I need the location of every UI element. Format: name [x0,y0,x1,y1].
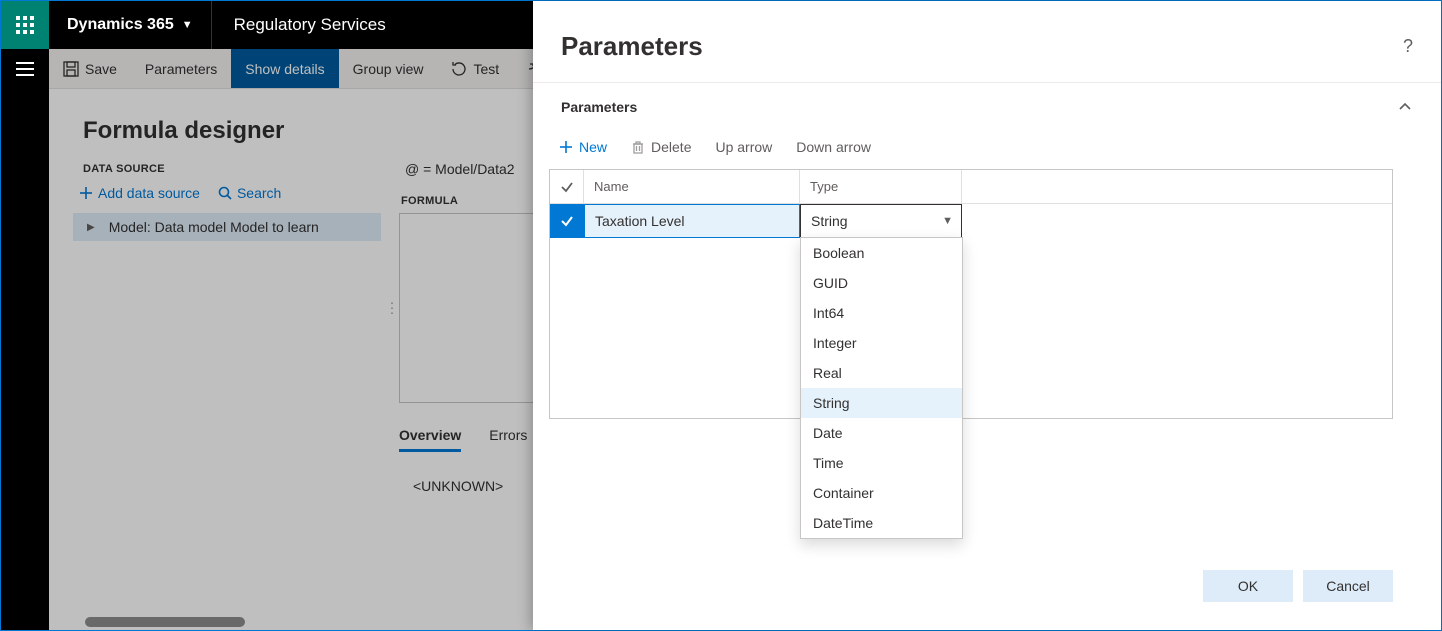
down-arrow-label: Down arrow [796,139,871,155]
grid-row: Taxation Level String ▼ [550,204,1392,238]
collapse-section-button[interactable] [1397,99,1413,115]
row-selected-indicator[interactable] [550,204,584,238]
grid-header-row: Name Type [550,170,1392,204]
up-arrow-button[interactable]: Up arrow [715,139,772,155]
left-nav-rail [1,89,49,630]
chevron-down-icon: ▼ [942,215,953,227]
panel-toolbar: New Delete Up arrow Down arrow [533,131,1441,169]
panel-title: Parameters [561,31,1403,62]
type-dropdown-list: BooleanGUIDInt64IntegerRealStringDateTim… [800,237,963,539]
waffle-icon [16,16,34,34]
module-title: Regulatory Services [212,15,408,35]
up-arrow-label: Up arrow [715,139,772,155]
chevron-up-icon [1397,99,1413,115]
hamburger-icon [15,62,35,76]
column-header-type[interactable]: Type [800,170,962,203]
app-launcher-button[interactable] [1,1,49,49]
type-option[interactable]: String [801,388,962,418]
brand-label: Dynamics 365 [67,16,174,34]
check-icon [560,214,574,228]
new-button[interactable]: New [559,139,607,155]
check-icon [560,180,574,194]
name-cell[interactable]: Taxation Level [584,204,800,238]
column-header-name[interactable]: Name [584,170,800,203]
type-option[interactable]: GUID [801,268,962,298]
plus-icon [559,140,573,154]
ok-button[interactable]: OK [1203,570,1293,602]
type-option[interactable]: Date [801,418,962,448]
nav-toggle-button[interactable] [1,49,49,89]
type-option[interactable]: Boolean [801,238,962,268]
type-option[interactable]: Container [801,478,962,508]
type-cell-dropdown[interactable]: String ▼ [800,204,962,238]
down-arrow-button[interactable]: Down arrow [796,139,871,155]
name-cell-value: Taxation Level [595,213,685,229]
help-icon: ? [1403,36,1413,56]
type-option[interactable]: Real [801,358,962,388]
type-option[interactable]: Integer [801,328,962,358]
new-label: New [579,139,607,155]
delete-button[interactable]: Delete [631,139,691,155]
help-button[interactable]: ? [1403,36,1413,57]
parameters-panel: Parameters ? Parameters New Delete Up ar… [533,1,1441,630]
type-option[interactable]: Int64 [801,298,962,328]
type-option[interactable]: DateTime [801,508,962,538]
parameters-grid: Name Type Taxation Level String ▼ Boolea… [549,169,1393,419]
chevron-down-icon: ▼ [182,19,193,31]
brand-switcher[interactable]: Dynamics 365 ▼ [49,16,211,34]
type-cell-value: String [811,213,848,229]
trash-icon [631,140,645,154]
select-all-checkbox[interactable] [550,170,584,203]
delete-label: Delete [651,139,691,155]
horizontal-scrollbar-thumb[interactable] [85,617,245,627]
type-option[interactable]: Time [801,448,962,478]
cancel-button[interactable]: Cancel [1303,570,1393,602]
section-heading: Parameters [549,99,1397,115]
